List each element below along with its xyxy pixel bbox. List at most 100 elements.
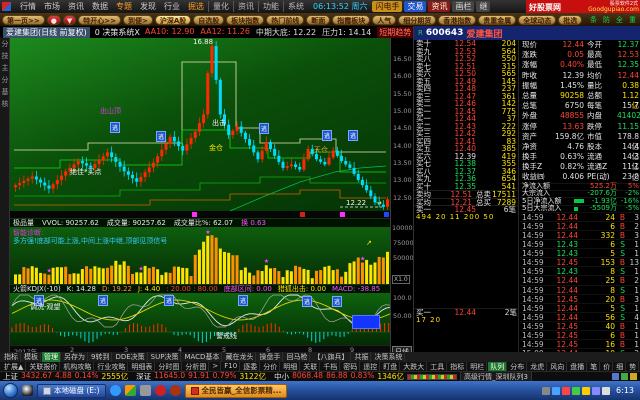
indicator-tab[interactable]: SUP决策 [149,352,182,362]
view-tab[interactable]: F10 [222,362,240,371]
chart-title[interactable]: 爱建集团(日线 前复权) [3,27,90,38]
tray-icon[interactable] [552,387,560,395]
view-tab[interactable]: 盯盘 [381,362,400,371]
tray-icon[interactable] [592,387,600,395]
toolbar-button[interactable]: 细分期货 [398,15,436,25]
kline-chart[interactable] [10,38,390,211]
volume-chart[interactable]: ★★★★★ [10,227,390,284]
view-tab[interactable]: 工具 [428,362,447,371]
view-tab[interactable]: 价 [601,362,613,371]
view-tab[interactable]: 分析图 [183,362,209,371]
indicator-tab[interactable]: 另存为 [62,352,88,362]
view-tab[interactable]: 分价 [261,362,280,371]
quick-button[interactable]: 资讯 [428,1,450,12]
toolbar-button[interactable]: 第一页>> [2,15,45,25]
toolbar-button[interactable]: 贵重金属 [478,15,516,25]
menu-item[interactable]: 量化 [208,1,233,12]
view-tab[interactable]: 明细表 [129,362,155,371]
toolbar-button[interactable]: ▼ [63,15,76,25]
toolbar-link[interactable]: 条 [588,15,599,25]
view-tab[interactable]: 分布 [508,362,527,371]
view-tab[interactable]: 关联报价 [27,362,60,371]
sidebar-tab[interactable]: 分 [0,40,9,47]
menu-item[interactable]: 系统 [283,1,308,12]
indicator-tab[interactable]: 回马枪 [284,352,310,362]
indicator-tab[interactable]: 9转到 [89,352,112,362]
toolbar-button[interactable]: 全球动态 [518,15,556,25]
indicator-tab[interactable]: 模板 [22,352,41,362]
view-tab[interactable]: 大跌大 [401,362,427,371]
view-tab[interactable]: 盘播 [568,362,587,371]
indicator-tab[interactable]: MACD基本 [182,352,222,362]
menu-item[interactable]: 资讯 [64,1,88,12]
stock-header[interactable]: R 600643 爱建集团 [414,26,640,40]
view-tab[interactable]: 势 [627,362,639,371]
sidebar-tab[interactable]: 基 [0,88,9,95]
menu-item[interactable]: 市场 [40,1,64,12]
menu-item[interactable]: 资讯 [233,1,258,12]
panel-icon[interactable] [621,373,628,380]
toolbar-button[interactable]: 到便> [123,15,153,25]
menu-item[interactable]: 掘选 [184,1,208,12]
toolbar-button[interactable]: 板块指数 [226,15,264,25]
tick-trade-list[interactable]: 14:5912.4424B314:5912.446B214:5912.44332… [520,212,640,358]
toolbar-button[interactable]: 特开心>> [78,15,121,25]
view-tab[interactable]: 指标 [448,362,467,371]
menu-item[interactable]: 功能 [258,1,283,12]
menu-item[interactable]: 数据 [88,1,112,12]
toolbar-button[interactable]: 指霞板块 [332,15,370,25]
quick-button[interactable]: 交易 [404,1,426,12]
view-tab[interactable]: 笔 [588,362,600,371]
kline-chart-panel[interactable]: 16.88出山顶逃逃逃逃逃绝佳*买点出击金仓天仓12.22→ [10,38,390,211]
toolbar-link[interactable]: 全 [614,15,625,25]
toolbar-button[interactable]: 人气 [372,15,396,25]
view-tab[interactable]: 龙虎 [528,362,547,371]
tray-icon[interactable] [562,387,570,395]
quick-button[interactable]: 继 [476,1,490,12]
view-tab[interactable]: 逐委 [241,362,260,371]
toolbar-button[interactable]: ● [47,15,61,25]
ad-banner[interactable]: 股票软件2式 好股票网 Goodgupiao.com [526,0,640,13]
tray-icon[interactable] [542,387,550,395]
app-icon[interactable] [125,385,136,396]
start-button[interactable] [3,383,18,398]
indicator-tab[interactable]: 共振 [352,352,371,362]
view-tab[interactable]: > [210,362,221,371]
indicator-tab[interactable]: 操盘手 [257,352,283,362]
bid-row[interactable]: 买十12.35541 [414,183,518,191]
view-tab[interactable]: 关联 [301,362,320,371]
indicator-tab[interactable]: 藏在龙头 [223,352,256,362]
sidebar-tab[interactable]: 技 [0,52,9,59]
qq-icon[interactable] [22,385,33,396]
taskbar-button-drive[interactable]: 本地磁盘 (E:) [37,384,106,398]
toolbar-button[interactable]: 热门前线 [266,15,304,25]
view-tab[interactable]: 机构攻略 [61,362,94,371]
menu-item[interactable]: 行业 [160,1,184,12]
view-tab[interactable]: 风向 [548,362,567,371]
indicator-tab[interactable]: 决策系统 [372,352,405,362]
indicator-tab[interactable]: DDE决策 [113,352,147,362]
view-tab[interactable]: 细 [614,362,626,371]
kdj-chart-panel[interactable]: 逃逃逃逃逃逃调洗-观望警戒线 [10,293,390,345]
view-tab[interactable]: 明栏 [468,362,487,371]
toolbar-button[interactable]: 沪深A股 [155,15,191,25]
index-quote[interactable]: 中小8068.4886.880.83%1346亿 [274,371,404,381]
sidebar-tab[interactable]: 主 [0,64,9,71]
index-quote[interactable]: 深证11645.091.910.79%3122亿 [136,371,266,381]
panel-icon[interactable] [630,373,637,380]
browser-icon[interactable] [110,385,121,396]
view-tab[interactable]: 分时图 [156,362,182,371]
app-icon[interactable] [140,385,151,396]
indicator-tab[interactable]: 指标 [2,352,21,362]
menu-item[interactable]: 专题 [112,1,136,12]
quick-button[interactable]: 闪电手 [372,1,402,12]
quick-button[interactable]: 画栏 [452,1,474,12]
volume-chart-panel[interactable]: ★★★★★ 智能诊断:多方强!底部可能上涨,中间上涨中继,顶部见顶信号↗ [10,227,390,284]
view-tab[interactable]: 明细 [281,362,300,371]
view-tab[interactable]: 千档 [321,362,340,371]
view-tab[interactable]: 行业攻略 [95,362,128,371]
speaker-icon[interactable] [602,387,610,395]
menu-item[interactable]: 发现 [136,1,160,12]
indicator-tab[interactable]: 管理 [42,352,61,362]
tray-icon[interactable] [572,387,580,395]
